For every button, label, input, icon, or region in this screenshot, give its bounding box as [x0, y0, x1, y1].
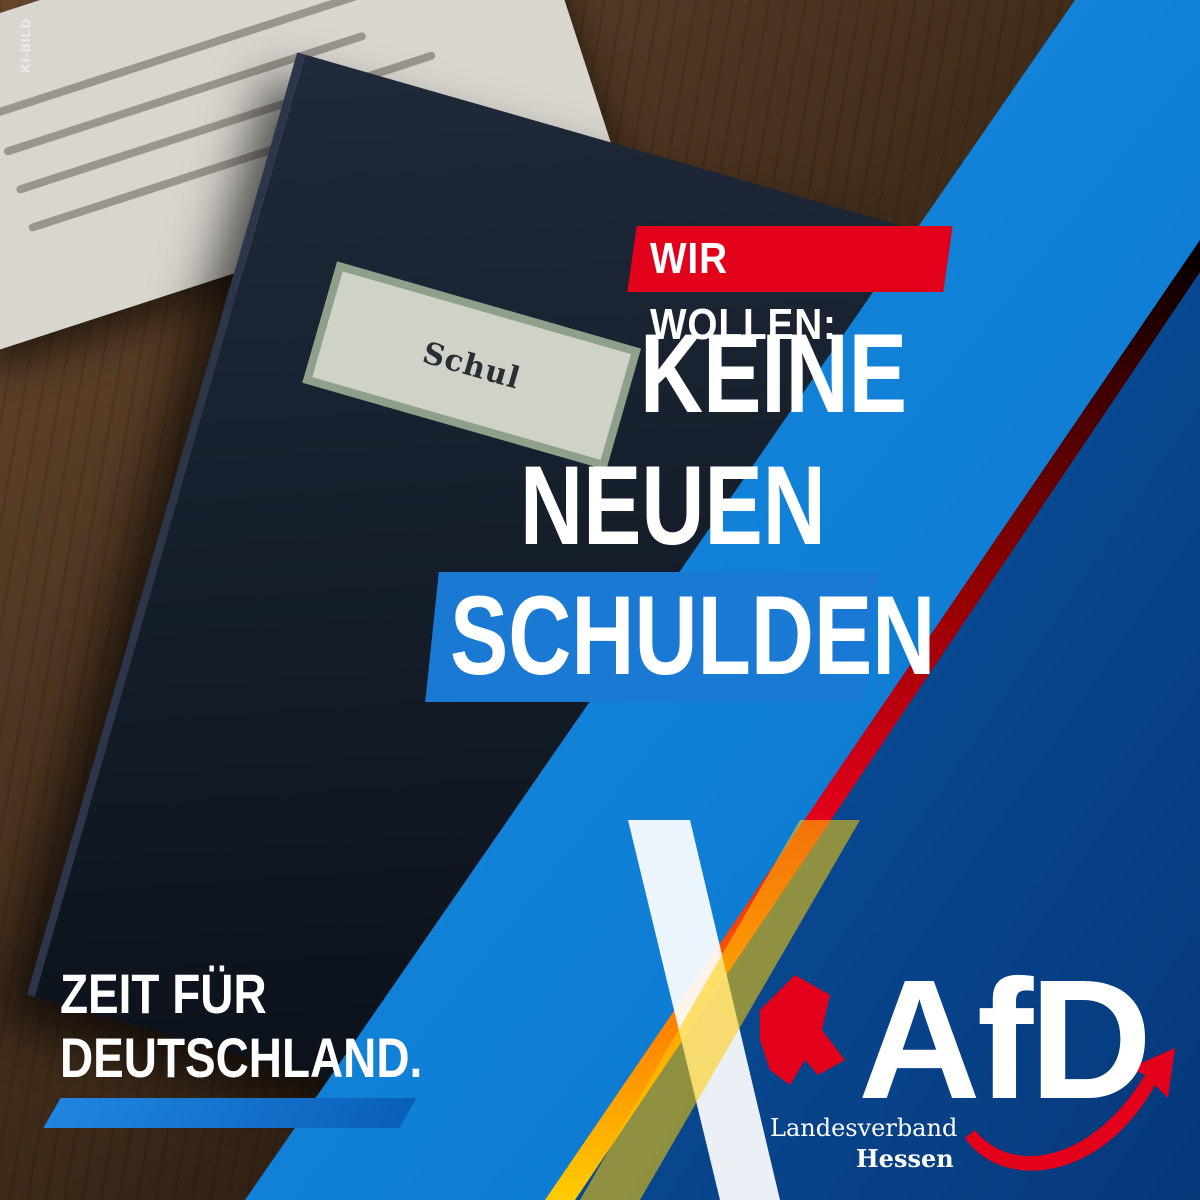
slogan-line1: ZEIT FÜR [60, 962, 267, 1025]
slogan-line2: DEUTSCHLAND. [60, 1026, 423, 1089]
ai-image-watermark: KI-BILD [18, 18, 33, 73]
headline-line2: NEUEN [520, 443, 826, 568]
afd-logo-text: AfD [858, 945, 1152, 1135]
headline-line3: SCHULDEN [450, 573, 936, 698]
slogan-underline-bar [43, 1098, 417, 1128]
poster: Schul KI-BILD WIR WOLLEN: KEINE NEUEN SC… [0, 0, 1200, 1200]
logo-subtitle-line1: Landesverband [770, 1114, 958, 1142]
headline-line1: KEINE [640, 311, 907, 436]
logo-subtitle-line2: Hessen [856, 1144, 954, 1173]
tagline-text: WIR WOLLEN: [650, 234, 837, 349]
